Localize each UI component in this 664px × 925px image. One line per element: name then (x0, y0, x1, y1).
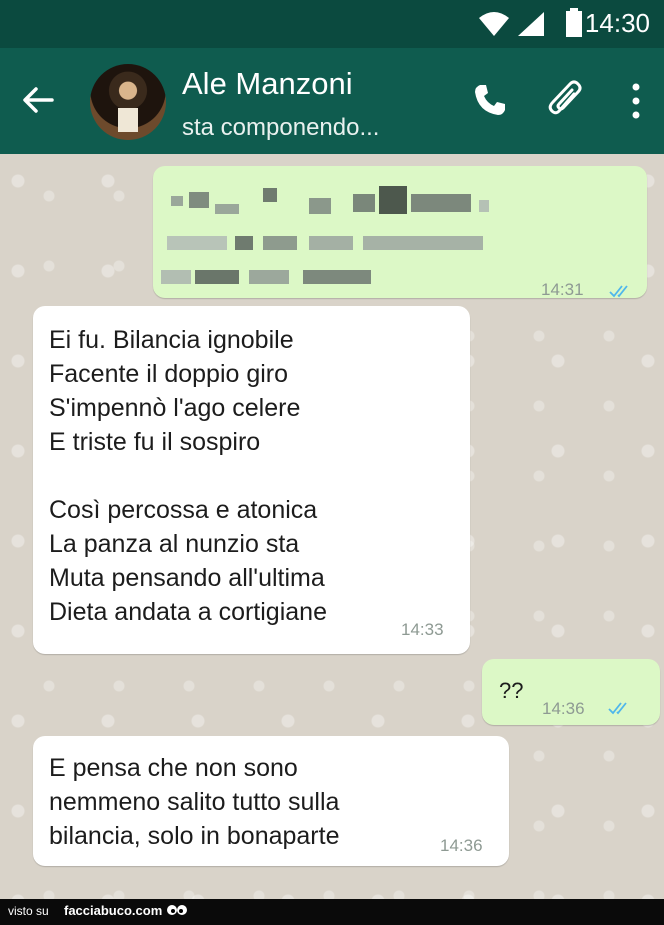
read-ticks-icon (609, 285, 628, 298)
message-text: Ei fu. Bilancia ignobile Facente il dopp… (49, 326, 327, 626)
signal-icon (518, 12, 544, 36)
paperclip-icon[interactable] (548, 80, 584, 120)
watermark-site[interactable]: facciabuco.com (64, 903, 162, 918)
incoming-message-poem[interactable]: Ei fu. Bilancia ignobile Facente il dopp… (33, 306, 470, 654)
message-text: E pensa che non sono nemmeno salito tutt… (49, 754, 340, 850)
wifi-icon (479, 12, 509, 36)
more-options-icon[interactable] (630, 82, 642, 120)
chat-header: Ale Manzoni sta componendo... (0, 48, 664, 154)
message-time: 14:36 (542, 699, 585, 718)
status-bar: 14:30 (0, 0, 664, 48)
outgoing-message-question[interactable]: ?? 14:36 (482, 659, 660, 725)
message-time: 14:33 (401, 620, 444, 639)
eyes-logo-icon (167, 905, 187, 915)
status-clock: 14:30 (584, 8, 650, 38)
outgoing-message-pixelated[interactable]: 14:31 (153, 166, 647, 299)
watermark-bar: visto su facciabuco.com (0, 899, 664, 925)
message-text: ?? (499, 678, 524, 703)
message-time: 14:36 (440, 836, 483, 855)
battery-icon (566, 8, 582, 37)
chat-area[interactable]: 14:31 Ei fu. Bilancia ignobile Facente i… (0, 154, 664, 899)
incoming-message-reply[interactable]: E pensa che non sono nemmeno salito tutt… (33, 736, 509, 866)
typing-status: sta componendo... (182, 114, 380, 141)
contact-avatar[interactable] (90, 64, 166, 140)
message-time: 14:31 (541, 280, 584, 299)
contact-name[interactable]: Ale Manzoni (182, 66, 353, 102)
read-ticks-icon (608, 702, 627, 715)
phone-call-icon[interactable] (472, 82, 508, 118)
back-arrow-icon[interactable] (20, 82, 56, 118)
watermark-prefix: visto su (8, 904, 49, 918)
